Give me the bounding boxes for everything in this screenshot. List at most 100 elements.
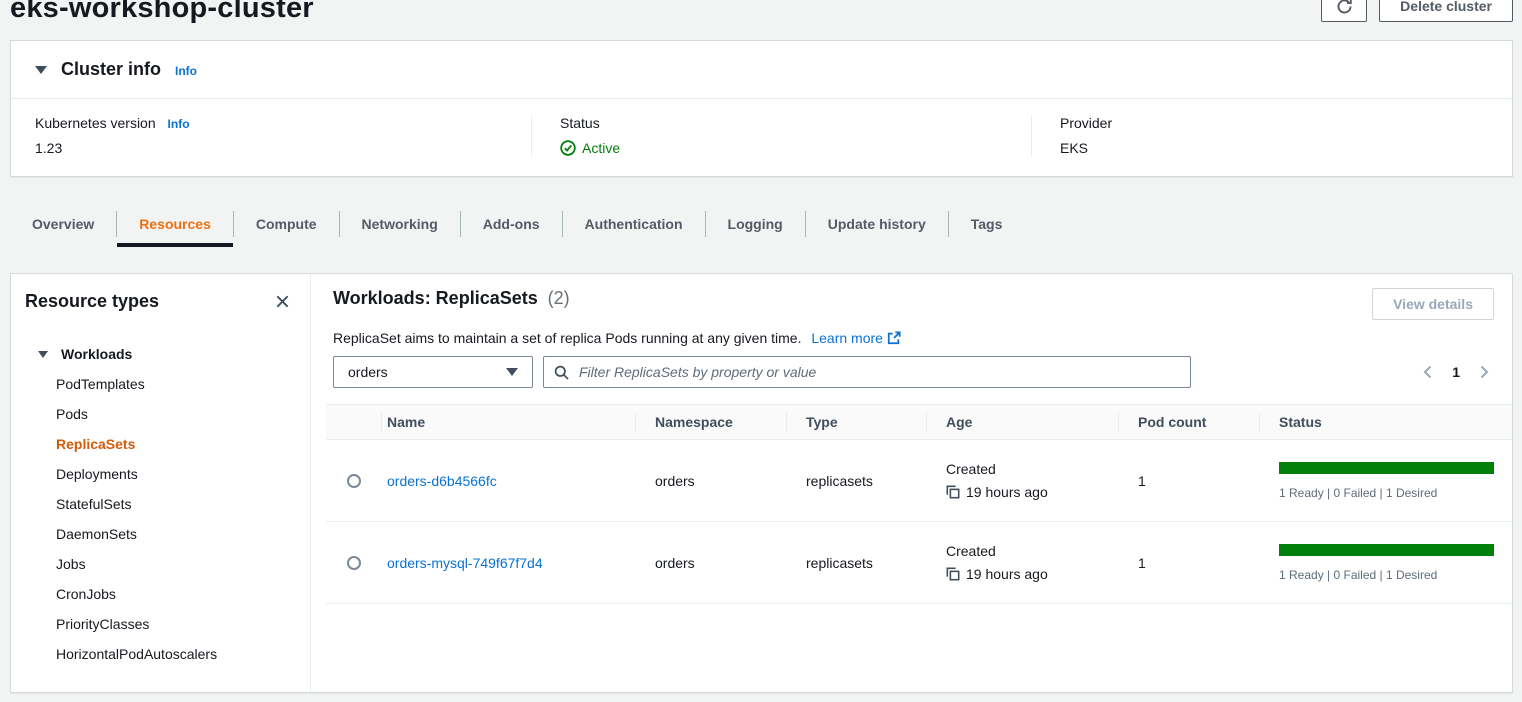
namespace-cell: orders: [635, 555, 786, 571]
pod-count-cell: 1: [1118, 473, 1259, 489]
tab-networking[interactable]: Networking: [340, 201, 460, 247]
page-header: eks-workshop-cluster Delete cluster: [10, 0, 1513, 22]
copy-icon[interactable]: [946, 485, 960, 499]
status-cell: 1 Ready | 0 Failed | 1 Desired: [1259, 462, 1512, 500]
namespace-filter-value: orders: [348, 364, 388, 380]
type-cell: replicasets: [786, 473, 926, 489]
close-sidebar-button[interactable]: [271, 290, 294, 313]
cluster-info-title: Cluster info: [61, 59, 161, 80]
chevron-down-icon: [38, 351, 48, 358]
external-link-icon: [883, 330, 901, 346]
workloads-group-label: Workloads: [61, 346, 132, 362]
resource-types-tree: Workloads PodTemplates Pods ReplicaSets …: [11, 339, 310, 693]
tab-logging[interactable]: Logging: [706, 201, 805, 247]
cluster-info-header[interactable]: Cluster info Info: [11, 41, 1512, 99]
tab-bar: Overview Resources Compute Networking Ad…: [10, 201, 1513, 247]
age-value: 19 hours ago: [966, 484, 1048, 500]
replicasets-heading-row: Workloads: ReplicaSets (2): [333, 288, 570, 309]
replicasets-heading: Workloads: ReplicaSets: [333, 288, 538, 308]
check-circle-icon: [560, 140, 576, 156]
workloads-group[interactable]: Workloads: [11, 339, 310, 369]
cluster-info-info-link[interactable]: Info: [175, 64, 197, 78]
tab-authentication[interactable]: Authentication: [563, 201, 705, 247]
cluster-group-label: Cluster: [58, 690, 106, 693]
filter-row: orders 1: [333, 356, 1494, 388]
table-header-row: Name Namespace Type Age Pod count Status: [326, 404, 1512, 440]
table-row: orders-mysql-749f67f7d4 orders replicase…: [326, 522, 1512, 604]
chevron-left-icon: [1420, 364, 1436, 380]
prev-page-button[interactable]: [1418, 362, 1438, 382]
sidebar-item-horizontalpodautoscalers[interactable]: HorizontalPodAutoscalers: [11, 639, 310, 669]
replicaset-name-link[interactable]: orders-mysql-749f67f7d4: [387, 555, 543, 571]
tab-add-ons[interactable]: Add-ons: [461, 201, 562, 247]
sidebar-item-cronjobs[interactable]: CronJobs: [11, 579, 310, 609]
cluster-info-body: Kubernetes version Info 1.23 Status Acti…: [11, 99, 1512, 176]
learn-more-link[interactable]: Learn more: [811, 330, 901, 346]
kubernetes-version-field: Kubernetes version Info 1.23: [11, 115, 531, 156]
column-header-select: [326, 405, 381, 439]
status-value: Active: [560, 140, 1031, 156]
column-header-age: Age: [926, 405, 1118, 439]
page-title: eks-workshop-cluster: [10, 0, 314, 25]
status-label: Status: [560, 115, 1031, 131]
sidebar-item-jobs[interactable]: Jobs: [11, 549, 310, 579]
close-icon: [275, 294, 290, 309]
copy-icon[interactable]: [946, 567, 960, 581]
chevron-right-icon: [1476, 364, 1492, 380]
page: eks-workshop-cluster Delete cluster Clus…: [0, 0, 1522, 693]
status-text: 1 Ready | 0 Failed | 1 Desired: [1279, 486, 1494, 500]
age-value: 19 hours ago: [966, 566, 1048, 582]
age-created-label: Created: [946, 543, 1118, 559]
kubernetes-version-info-link[interactable]: Info: [168, 117, 190, 131]
namespace-cell: orders: [635, 473, 786, 489]
replicasets-count: (2): [548, 288, 570, 308]
next-page-button[interactable]: [1474, 362, 1494, 382]
age-cell: Created 19 hours ago: [926, 461, 1118, 500]
replicasets-main: Workloads: ReplicaSets (2) View details …: [311, 274, 1512, 692]
provider-label: Provider: [1060, 115, 1512, 131]
tab-compute[interactable]: Compute: [234, 201, 339, 247]
sidebar-item-pods[interactable]: Pods: [11, 399, 310, 429]
delete-cluster-button[interactable]: Delete cluster: [1379, 0, 1513, 22]
chevron-down-icon: [506, 368, 518, 376]
replicasets-table: Name Namespace Type Age Pod count Status…: [326, 404, 1512, 604]
refresh-icon: [1336, 0, 1353, 15]
sidebar-item-replicasets[interactable]: ReplicaSets: [11, 429, 310, 459]
age-created-label: Created: [946, 461, 1118, 477]
sidebar-item-priorityclasses[interactable]: PriorityClasses: [11, 609, 310, 639]
page-number[interactable]: 1: [1452, 364, 1460, 380]
column-header-pod-count: Pod count: [1118, 405, 1259, 439]
cluster-info-panel: Cluster info Info Kubernetes version Inf…: [10, 40, 1513, 177]
replicaset-name-link[interactable]: orders-d6b4566fc: [387, 473, 497, 489]
cluster-group[interactable]: Cluster: [11, 683, 310, 693]
status-bar: [1279, 544, 1494, 556]
tab-tags[interactable]: Tags: [949, 201, 1025, 247]
resource-types-sidebar: Resource types Workloads PodTemplates Po…: [11, 274, 311, 692]
row-radio-button[interactable]: [347, 474, 361, 488]
view-details-button[interactable]: View details: [1372, 288, 1494, 320]
sidebar-item-daemonsets[interactable]: DaemonSets: [11, 519, 310, 549]
kubernetes-version-value: 1.23: [35, 140, 531, 156]
sidebar-item-deployments[interactable]: Deployments: [11, 459, 310, 489]
status-active-text: Active: [582, 140, 620, 156]
page-actions: Delete cluster: [1321, 0, 1513, 22]
pod-count-cell: 1: [1118, 555, 1259, 571]
column-header-type: Type: [786, 405, 926, 439]
sidebar-item-podtemplates[interactable]: PodTemplates: [11, 369, 310, 399]
column-header-status: Status: [1259, 405, 1512, 439]
refresh-button[interactable]: [1321, 0, 1367, 22]
namespace-filter-dropdown[interactable]: orders: [333, 356, 533, 388]
search-input[interactable]: [577, 363, 1180, 381]
column-header-name: Name: [381, 405, 635, 439]
status-bar: [1279, 462, 1494, 474]
provider-value: EKS: [1060, 140, 1512, 156]
search-icon: [554, 365, 569, 380]
row-radio-button[interactable]: [347, 556, 361, 570]
resource-types-title: Resource types: [25, 291, 159, 312]
tab-overview[interactable]: Overview: [10, 201, 116, 247]
age-cell: Created 19 hours ago: [926, 543, 1118, 582]
sidebar-item-statefulsets[interactable]: StatefulSets: [11, 489, 310, 519]
tab-resources[interactable]: Resources: [117, 201, 233, 247]
tab-update-history[interactable]: Update history: [806, 201, 948, 247]
pagination: 1: [1418, 362, 1494, 382]
